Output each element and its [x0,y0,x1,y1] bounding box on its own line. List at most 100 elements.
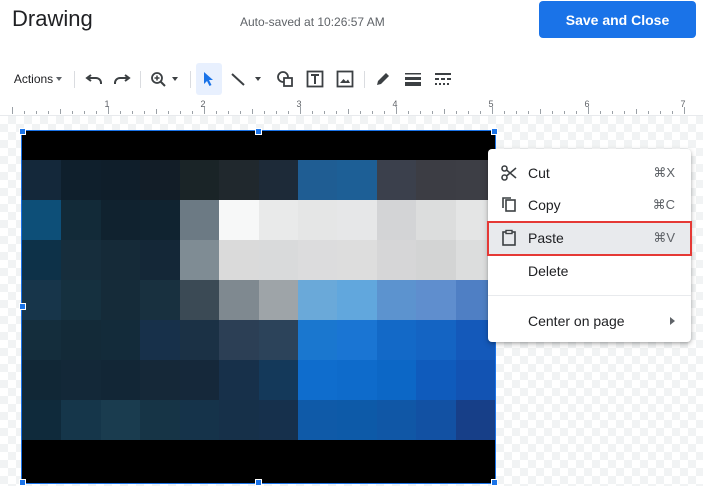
image-pixel-block [337,320,377,360]
ruler-number: 3 [296,99,302,109]
menu-item-copy[interactable]: Copy ⌘C [488,189,691,221]
toolbar-divider [364,71,365,88]
ruler-tick [600,111,601,114]
ruler-tick [648,111,649,114]
image-pixel-block [219,160,259,200]
image-pixel-block [455,400,495,440]
resize-handle[interactable] [19,479,26,486]
ruler-tick [60,109,61,114]
image-pixel-block [179,320,220,360]
ruler-tick [420,111,421,114]
image-pixel-block [376,400,417,440]
resize-handle[interactable] [19,128,26,135]
image-pixel-block [258,360,298,400]
resize-handle[interactable] [255,479,262,486]
image-pixel-block [22,360,62,400]
ruler-tick [216,111,217,114]
menu-item-label: Paste [528,230,564,246]
image-pixel-block [100,360,141,400]
image-pixel-block [376,160,417,200]
undo-icon[interactable] [82,63,106,95]
image-pixel-block [258,320,298,360]
ruler-tick [144,111,145,114]
image-pixel-block [219,360,259,400]
actions-menu-button[interactable]: Actions [6,63,70,95]
submenu-arrow-icon [670,317,675,325]
line-dash-icon[interactable] [430,63,456,95]
selected-image[interactable] [21,130,496,484]
image-pixel-block [22,160,62,200]
image-pixel-block [179,400,220,440]
image-pixel-block [22,240,62,280]
caret-down-icon [56,77,63,81]
menu-item-cut[interactable]: Cut ⌘X [488,157,691,189]
menu-item-center-on-page[interactable]: Center on page [488,305,691,337]
ruler-number: 6 [584,99,590,109]
ruler-tick [276,111,277,114]
ruler-tick [156,109,157,114]
image-pixel-block [376,360,417,400]
menu-divider [488,295,691,296]
pen-icon[interactable] [370,63,396,95]
ruler-number: 2 [200,99,206,109]
resize-handle[interactable] [19,303,26,310]
resize-handle[interactable] [255,128,262,135]
image-pixel-block [416,200,456,240]
image-icon[interactable] [332,63,358,95]
context-menu: Cut ⌘X Copy ⌘C Paste ⌘V Delete Center on… [487,149,692,342]
image-pixel-block [337,360,377,400]
redo-icon[interactable] [110,63,134,95]
ruler-tick [120,111,121,114]
line-icon[interactable] [226,63,266,95]
image-pixel-block [22,280,62,320]
image-pixel-block [337,240,377,280]
toolbar: Actions [0,63,703,95]
clipboard-icon [502,229,516,246]
menu-item-delete[interactable]: Delete [488,255,691,287]
ruler-tick [480,111,481,114]
menu-item-shortcut: ⌘X [653,165,675,180]
image-pixel-block [297,360,338,400]
textbox-icon[interactable] [302,63,328,95]
image-pixel-block [100,280,141,320]
image-pixel-block [416,400,456,440]
shape-icon[interactable] [272,63,298,95]
image-pixel-block [455,360,495,400]
image-pixel-block [337,200,377,240]
ruler-tick [552,111,553,114]
resize-handle[interactable] [491,479,498,486]
menu-item-paste[interactable]: Paste ⌘V [487,221,692,256]
ruler-tick [360,111,361,114]
image-pixel-block [416,240,456,280]
image-pixel-block [297,200,338,240]
autosave-status: Auto-saved at 10:26:57 AM [240,15,385,29]
image-pixel-block [22,320,62,360]
image-pixel-block [258,160,298,200]
ruler-tick [528,111,529,114]
ruler-tick [540,109,541,114]
image-pixel-block [179,240,220,280]
zoom-menu-button[interactable] [146,63,184,95]
ruler-tick [72,111,73,114]
ruler-tick [516,111,517,114]
ruler-tick [612,111,613,114]
ruler-tick [372,111,373,114]
image-pixel-block [416,360,456,400]
ruler-tick [672,111,673,114]
image-pixel-block [61,240,101,280]
save-and-close-button[interactable]: Save and Close [539,1,696,38]
image-pixel-block [61,280,101,320]
ruler-tick [468,111,469,114]
line-weight-icon[interactable] [400,63,426,95]
ruler-tick [228,111,229,114]
ruler-number: 7 [680,99,686,109]
ruler-tick [660,111,661,114]
select-icon[interactable] [196,63,222,95]
image-pixel-block [140,320,180,360]
image-pixel-block [416,280,456,320]
ruler-tick [240,111,241,114]
image-pixel-block [140,240,180,280]
ruler-number: 4 [392,99,398,109]
menu-item-shortcut: ⌘V [653,230,675,245]
resize-handle[interactable] [491,128,498,135]
